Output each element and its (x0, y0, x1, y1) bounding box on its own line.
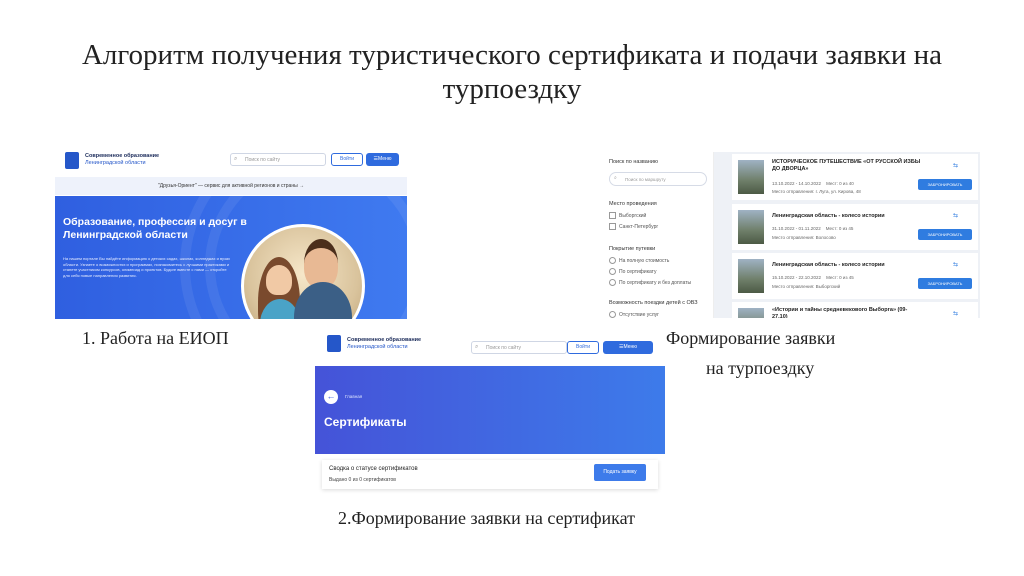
student-girl-face (266, 265, 292, 295)
portal-logo[interactable]: Современное образование Ленинградской об… (347, 337, 421, 350)
back-arrow-icon[interactable]: ← (324, 390, 338, 404)
portal-home-screenshot: Современное образование Ленинградской об… (55, 147, 407, 319)
login-button[interactable]: Войти (331, 153, 363, 166)
tours-list-screenshot: Поиск по названию Поиск по маршруту ⌕ Ме… (600, 152, 980, 318)
book-button[interactable]: ЗАБРОНИРОВАТЬ (918, 229, 972, 240)
tour-search-input[interactable]: Поиск по маршруту (609, 172, 707, 186)
place-option[interactable]: Санкт-Петербург (609, 223, 658, 230)
caption-step-3-line2: на турпоездку (706, 358, 815, 378)
tour-dates: 13.10.2022 - 14.10.2022 Мест: 0 из 40 (772, 181, 854, 186)
filters-sidebar: Поиск по названию Поиск по маршруту ⌕ Ме… (600, 152, 714, 318)
hero-text: На нашем портале Вы найдёте информацию о… (63, 256, 231, 278)
book-button[interactable]: ЗАБРОНИРОВАТЬ (918, 278, 972, 289)
submit-application-button[interactable]: Подать заявку (594, 464, 646, 481)
tour-title[interactable]: Ленинградская область - колесо истории (772, 262, 922, 269)
radio[interactable] (609, 311, 616, 318)
certificates-status-card: Сводка о статусе сертификатов Выдано 0 и… (322, 460, 658, 489)
portal-header: Современное образование Ленинградской об… (315, 328, 665, 366)
share-icon[interactable]: ⇆ (953, 162, 958, 169)
slide-title: Алгоритм получения туристического сертиф… (81, 39, 943, 105)
tour-card[interactable]: «Истории и тайны средневекового Выборга»… (732, 302, 978, 318)
logo-line2: Ленинградской области (347, 343, 408, 350)
tours-list: ИСТОРИЧЕСКОЕ ПУТЕШЕСТВИЕ «ОТ РУССКОЙ ИЗБ… (714, 152, 980, 318)
tour-dates: 15.10.2022 - 22.10.2022 Мест: 0 из 45 (772, 275, 854, 280)
kids-filter-title: Возможность поездки детей с ОВЗ (609, 300, 698, 306)
tour-title[interactable]: «Истории и тайны средневекового Выборга»… (772, 307, 922, 318)
tour-image (738, 259, 764, 293)
caption-step-3-line1: Формирование заявки (666, 328, 836, 348)
caption-step-1: 1. Работа на ЕИОП (82, 328, 229, 348)
student-boy-jacket (294, 282, 352, 319)
tour-image (738, 160, 764, 194)
book-button[interactable]: ЗАБРОНИРОВАТЬ (918, 179, 972, 190)
certificates-hero: ← Главная Сертификаты (315, 366, 665, 454)
logo-line1: Современное образование (347, 337, 422, 343)
tour-card[interactable]: ИСТОРИЧЕСКОЕ ПУТЕШЕСТВИЕ «ОТ РУССКОЙ ИЗБ… (732, 154, 978, 200)
coverage-option[interactable]: По сертификату (609, 268, 657, 275)
search-input[interactable]: Поиск по сайту (230, 153, 326, 166)
kids-option[interactable]: Отсутствие услуг (609, 311, 659, 318)
portal-logo[interactable]: Современное образование Ленинградской об… (85, 153, 159, 166)
radio[interactable] (609, 268, 616, 275)
certificates-screenshot: Современное образование Ленинградской об… (315, 328, 665, 496)
search-icon: ⌕ (475, 344, 479, 350)
page-title: Сертификаты (324, 415, 407, 429)
search-icon: ⌕ (614, 175, 617, 181)
radio[interactable] (609, 257, 616, 264)
filter-search-title: Поиск по названию (609, 159, 659, 165)
login-button[interactable]: Войти (567, 341, 599, 354)
tour-title[interactable]: Ленинградская область - колесо истории (772, 213, 922, 220)
status-summary: Выдано 0 из 0 сертификатов (329, 477, 396, 483)
place-option[interactable]: Выборгский (609, 212, 646, 219)
hero-section: Образование, профессия и досуг в Ленингр… (55, 196, 407, 319)
menu-button[interactable]: ☰Меню (603, 341, 653, 354)
tour-place: Место отправления: Выборгский (772, 284, 841, 289)
student-boy-face (304, 239, 338, 288)
coverage-option[interactable]: На полную стоимость (609, 257, 669, 264)
tour-place: Место отправления: Волосово (772, 235, 836, 240)
checkbox[interactable] (609, 212, 616, 219)
coverage-filter-title: Покрытие путевки (609, 246, 656, 252)
region-emblem-icon (65, 152, 79, 169)
place-filter-title: Место проведения (609, 201, 657, 207)
tour-place: Место отправления: г. Луга, ул. Кирова, … (772, 189, 861, 194)
checkbox[interactable] (609, 223, 616, 230)
share-icon[interactable]: ⇆ (953, 310, 958, 317)
menu-button[interactable]: ☰Меню (366, 153, 399, 166)
tour-title[interactable]: ИСТОРИЧЕСКОЕ ПУТЕШЕСТВИЕ «ОТ РУССКОЙ ИЗБ… (772, 159, 922, 172)
share-icon[interactable]: ⇆ (953, 212, 958, 219)
share-icon[interactable]: ⇆ (953, 261, 958, 268)
region-emblem-icon (327, 335, 341, 352)
search-input[interactable]: Поиск по сайту (471, 341, 567, 354)
status-title: Сводка о статусе сертификатов (329, 466, 418, 472)
tour-image (738, 210, 764, 244)
tour-card[interactable]: Ленинградская область - колесо истории 1… (732, 253, 978, 299)
coverage-option[interactable]: По сертификату и без доплаты (609, 279, 691, 286)
portal-header: Современное образование Ленинградской об… (55, 147, 407, 175)
radio[interactable] (609, 279, 616, 286)
logo-line1: Современное образование (85, 153, 160, 159)
hero-title: Образование, профессия и досуг в Ленингр… (63, 216, 247, 241)
search-icon: ⌕ (234, 156, 238, 162)
tour-card[interactable]: Ленинградская область - колесо истории 3… (732, 204, 978, 250)
promo-banner[interactable]: "Друзья-Ориент" — сервис для активной ре… (55, 177, 407, 195)
caption-step-2: 2.Формирование заявки на сертификат (338, 508, 635, 528)
logo-line2: Ленинградской области (85, 159, 146, 166)
breadcrumb[interactable]: Главная (345, 394, 362, 399)
tour-dates: 31.10.2022 - 01.11.2022 Мест: 0 из 45 (772, 226, 854, 231)
tour-image (738, 308, 764, 318)
